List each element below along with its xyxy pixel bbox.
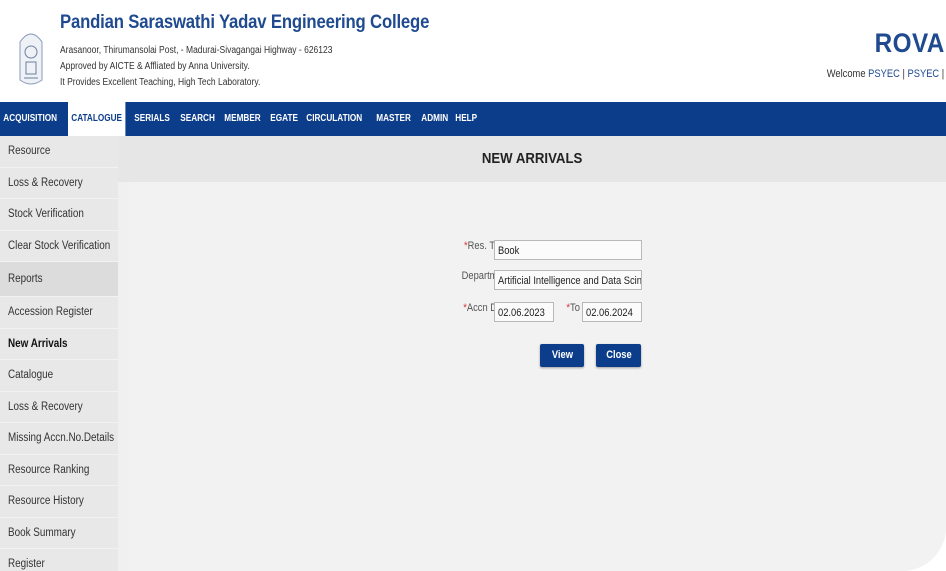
sidebar-item-label: Resource Ranking <box>8 463 90 476</box>
sidebar-item-label: Resource History <box>8 495 84 507</box>
nav-help[interactable]: HELP <box>452 102 480 136</box>
app-window: Pandian Saraswathi Yadav Engineering Col… <box>0 0 946 571</box>
sidebar-item-label: Register <box>8 558 45 570</box>
sidebar: Resource Loss & Recovery Stock Verificat… <box>0 136 118 571</box>
department-field[interactable]: Artificial Intelligence and Data Scince <box>494 270 642 290</box>
college-address: Arasanoor, Thirumansolai Post, - Madurai… <box>60 45 333 56</box>
sidebar-section-label: Reports <box>8 273 43 285</box>
sidebar-item-label: Book Summary <box>8 526 76 539</box>
sidebar-item-missing-accn[interactable]: Missing Accn.No.Details <box>0 423 118 455</box>
user-link-2[interactable]: PSYEC <box>907 68 939 80</box>
res-type-field[interactable]: Book <box>494 240 642 260</box>
accn-date-from-field[interactable]: 02.06.2023 <box>494 302 554 322</box>
nav-catalogue[interactable]: CATALOGUE <box>67 102 125 136</box>
accn-date-to-field[interactable]: 02.06.2024 <box>582 302 642 322</box>
header: Pandian Saraswathi Yadav Engineering Col… <box>0 0 946 102</box>
sidebar-item-resource[interactable]: Resource <box>0 136 118 168</box>
view-button[interactable]: View <box>540 344 584 367</box>
sidebar-item-register[interactable]: Register <box>0 549 118 571</box>
sidebar-item-resource-history[interactable]: Resource History <box>0 486 118 518</box>
sidebar-item-label: Loss & Recovery <box>8 400 83 413</box>
sidebar-item-loss-recovery-report[interactable]: Loss & Recovery <box>0 392 118 423</box>
accn-date-to-value: 02.06.2024 <box>586 307 633 319</box>
page-title: NEW ARRIVALS <box>481 150 583 167</box>
sidebar-item-loss-recovery[interactable]: Loss & Recovery <box>0 168 118 199</box>
main-nav: ACQUISITION CATALOGUE SERIALS SEARCH MEM… <box>0 102 946 136</box>
nav-serials[interactable]: SERIALS <box>131 102 173 136</box>
res-type-value: Book <box>498 245 520 257</box>
close-button-label: Close <box>605 349 632 361</box>
sidebar-item-book-summary[interactable]: Book Summary <box>0 518 118 549</box>
sidebar-item-new-arrivals[interactable]: New Arrivals <box>0 329 118 360</box>
to-label: *To <box>566 302 580 314</box>
college-approval: Approved by AICTE & Affliated by Anna Un… <box>60 61 250 72</box>
page-title-bar: NEW ARRIVALS <box>118 136 946 182</box>
nav-acquisition[interactable]: ACQUISITION <box>0 102 60 136</box>
sidebar-item-label: Loss & Recovery <box>8 176 83 189</box>
form-panel: *Res. Type Book Department Artificial In… <box>130 182 946 571</box>
nav-member[interactable]: MEMBER <box>221 102 264 136</box>
close-button[interactable]: Close <box>596 344 641 367</box>
welcome-text: Welcome <box>826 68 866 80</box>
nav-search[interactable]: SEARCH <box>177 102 218 136</box>
nav-egate[interactable]: EGATE <box>267 102 301 136</box>
sidebar-item-resource-ranking[interactable]: Resource Ranking <box>0 455 118 486</box>
accn-date-from-value: 02.06.2023 <box>498 307 545 319</box>
main-content: NEW ARRIVALS *Res. Type Book Department … <box>118 136 946 571</box>
sidebar-item-label: Stock Verification <box>8 208 84 220</box>
college-logo-icon <box>19 33 43 85</box>
sidebar-item-label: New Arrivals <box>8 337 68 350</box>
nav-admin[interactable]: ADMIN <box>418 102 451 136</box>
separator-2: | <box>941 68 944 80</box>
brand-logo: ROVAI <box>874 28 946 58</box>
nav-master[interactable]: MASTER <box>373 102 414 136</box>
separator: | <box>902 68 905 80</box>
sidebar-item-label: Accession Register <box>8 306 93 318</box>
nav-circulation[interactable]: CIRCULATION <box>303 102 365 136</box>
user-link[interactable]: PSYEC <box>868 68 900 80</box>
college-name: Pandian Saraswathi Yadav Engineering Col… <box>60 12 430 33</box>
sidebar-item-stock-verification[interactable]: Stock Verification <box>0 199 118 231</box>
sidebar-item-catalogue[interactable]: Catalogue <box>0 360 118 392</box>
sidebar-item-label: Catalogue <box>8 369 54 381</box>
sidebar-item-accession-register[interactable]: Accession Register <box>0 297 118 329</box>
to-label-text: To <box>570 302 580 314</box>
welcome-bar: Welcome PSYEC | PSYEC | <box>827 68 944 80</box>
sidebar-item-label: Missing Accn.No.Details <box>8 432 115 444</box>
sidebar-section-reports[interactable]: Reports <box>0 262 118 297</box>
sidebar-item-label: Resource <box>8 145 51 157</box>
sidebar-item-label: Clear Stock Verification <box>8 239 111 252</box>
college-tagline: It Provides Excellent Teaching, High Tec… <box>60 77 261 88</box>
view-button-label: View <box>551 349 573 361</box>
department-value: Artificial Intelligence and Data Scince <box>498 275 642 287</box>
sidebar-item-clear-stock-verification[interactable]: Clear Stock Verification <box>0 231 118 262</box>
